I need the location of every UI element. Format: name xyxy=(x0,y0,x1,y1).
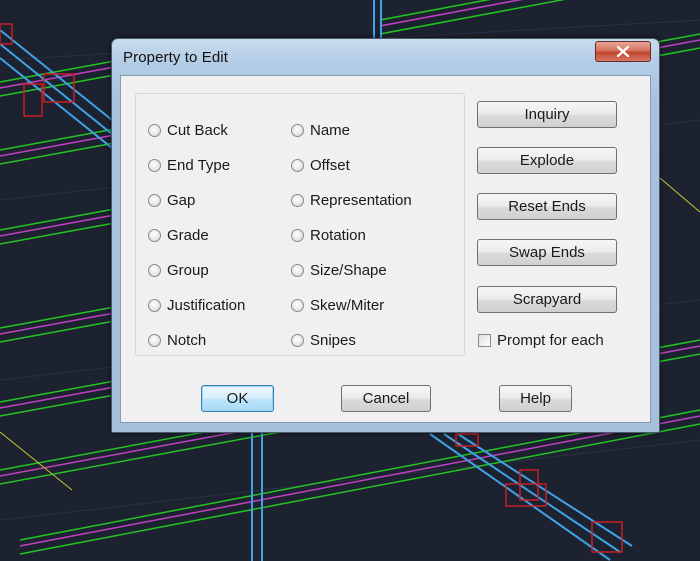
radio-button-icon[interactable] xyxy=(291,333,304,347)
radio-label: Name xyxy=(310,121,351,139)
radio-label: End Type xyxy=(167,156,231,174)
radio-end-type[interactable]: End Type xyxy=(148,156,230,174)
dialog-client-area: Cut Back End Type Gap Grade Group Justif… xyxy=(120,75,651,423)
radio-label: Notch xyxy=(167,331,207,349)
radio-button-icon[interactable] xyxy=(291,263,304,277)
radio-skew-miter[interactable]: Skew/Miter xyxy=(291,296,384,314)
inquiry-button[interactable]: Inquiry xyxy=(477,101,617,128)
radio-button-icon[interactable] xyxy=(148,333,161,347)
property-to-edit-dialog: Property to Edit Cut Back End Type Gap G… xyxy=(111,38,660,433)
property-options-group: Cut Back End Type Gap Grade Group Justif… xyxy=(135,93,465,356)
radio-label: Justification xyxy=(167,296,246,314)
checkbox-label: Prompt for each xyxy=(497,332,604,349)
radio-button-icon[interactable] xyxy=(291,158,304,172)
radio-grade[interactable]: Grade xyxy=(148,226,209,244)
radio-label: Representation xyxy=(310,191,412,209)
radio-label: Size/Shape xyxy=(310,261,387,279)
radio-label: Snipes xyxy=(310,331,356,349)
radio-cut-back[interactable]: Cut Back xyxy=(148,121,228,139)
radio-label: Grade xyxy=(167,226,209,244)
radio-button-icon[interactable] xyxy=(291,193,304,207)
ok-button[interactable]: OK xyxy=(201,385,274,412)
radio-snipes[interactable]: Snipes xyxy=(291,331,356,349)
radio-button-icon[interactable] xyxy=(148,158,161,172)
radio-name[interactable]: Name xyxy=(291,121,350,139)
radio-button-icon[interactable] xyxy=(148,263,161,277)
radio-label: Offset xyxy=(310,156,350,174)
radio-button-icon[interactable] xyxy=(148,193,161,207)
radio-label: Rotation xyxy=(310,226,366,244)
radio-offset[interactable]: Offset xyxy=(291,156,350,174)
cancel-button[interactable]: Cancel xyxy=(341,385,431,412)
radio-notch[interactable]: Notch xyxy=(148,331,206,349)
explode-button[interactable]: Explode xyxy=(477,147,617,174)
radio-button-icon[interactable] xyxy=(291,298,304,312)
scrapyard-button[interactable]: Scrapyard xyxy=(477,286,617,313)
radio-button-icon[interactable] xyxy=(148,298,161,312)
radio-justification[interactable]: Justification xyxy=(148,296,245,314)
radio-button-icon[interactable] xyxy=(148,123,161,137)
radio-label: Skew/Miter xyxy=(310,296,385,314)
radio-gap[interactable]: Gap xyxy=(148,191,195,209)
radio-label: Gap xyxy=(167,191,196,209)
radio-label: Group xyxy=(167,261,209,279)
close-x-icon xyxy=(617,46,629,57)
radio-size-shape[interactable]: Size/Shape xyxy=(291,261,387,279)
radio-button-icon[interactable] xyxy=(148,228,161,242)
radio-button-icon[interactable] xyxy=(291,123,304,137)
radio-label: Cut Back xyxy=(167,121,228,139)
dialog-titlebar[interactable]: Property to Edit xyxy=(112,39,659,75)
checkbox-icon[interactable] xyxy=(478,334,491,347)
radio-representation[interactable]: Representation xyxy=(291,191,412,209)
help-button[interactable]: Help xyxy=(499,385,572,412)
reset-ends-button[interactable]: Reset Ends xyxy=(477,193,617,220)
radio-button-icon[interactable] xyxy=(291,228,304,242)
radio-group[interactable]: Group xyxy=(148,261,209,279)
radio-rotation[interactable]: Rotation xyxy=(291,226,366,244)
close-button[interactable] xyxy=(595,41,651,62)
swap-ends-button[interactable]: Swap Ends xyxy=(477,239,617,266)
dialog-title: Property to Edit xyxy=(123,49,228,66)
prompt-for-each-checkbox[interactable]: Prompt for each xyxy=(478,332,604,349)
